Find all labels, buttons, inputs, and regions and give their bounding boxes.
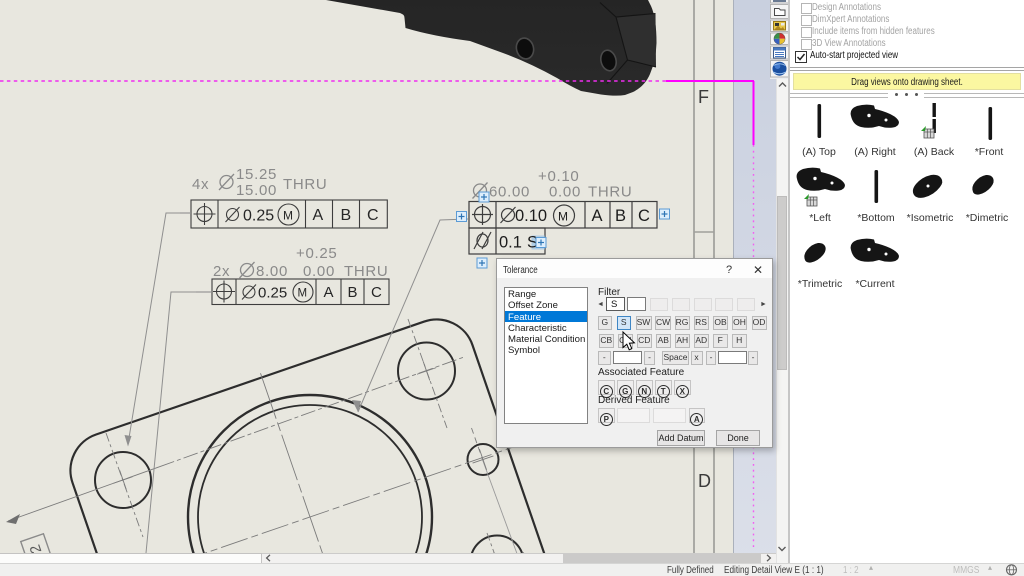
svg-text:A: A: [313, 207, 324, 224]
svg-text:THRU: THRU: [283, 176, 327, 193]
svg-text:(A) Top: (A) Top: [802, 146, 836, 158]
svg-text:*Left: *Left: [809, 212, 831, 224]
svg-text:0.25: 0.25: [243, 208, 274, 225]
svg-text:0.00: 0.00: [303, 263, 335, 280]
svg-text:C: C: [371, 284, 382, 301]
svg-text:THRU: THRU: [344, 263, 388, 280]
svg-text:A: A: [324, 284, 334, 301]
svg-text:0.25: 0.25: [258, 285, 287, 302]
svg-text:+0.10: +0.10: [538, 168, 579, 185]
svg-text:F: F: [698, 87, 709, 107]
svg-text:0.00: 0.00: [549, 184, 581, 201]
svg-text:M: M: [558, 210, 568, 224]
svg-text:(A) Right: (A) Right: [854, 146, 896, 158]
svg-text:60.00: 60.00: [489, 184, 530, 201]
svg-text:B: B: [615, 207, 626, 225]
svg-text:B: B: [341, 207, 352, 224]
svg-text:B: B: [348, 284, 358, 301]
svg-text:(A) Back: (A) Back: [914, 146, 955, 158]
svg-text:*Bottom: *Bottom: [857, 212, 895, 224]
svg-text:*Trimetric: *Trimetric: [798, 278, 843, 290]
svg-text:C: C: [638, 207, 650, 225]
svg-text:*Current: *Current: [855, 278, 894, 290]
svg-text:D: D: [698, 471, 711, 491]
svg-text:THRU: THRU: [588, 184, 632, 201]
svg-text:M: M: [298, 288, 308, 300]
svg-text:0.10: 0.10: [515, 207, 547, 225]
svg-text:*Front: *Front: [975, 146, 1004, 158]
svg-text:C: C: [367, 207, 379, 224]
svg-text:M: M: [283, 209, 293, 223]
svg-text:0.1: 0.1: [499, 234, 522, 252]
svg-text:A: A: [592, 207, 603, 225]
svg-text:*Isometric: *Isometric: [907, 212, 954, 224]
svg-text:8.00: 8.00: [256, 263, 288, 280]
svg-text:15.00: 15.00: [236, 182, 277, 199]
svg-text:+0.25: +0.25: [296, 245, 337, 262]
svg-text:*Dimetric: *Dimetric: [966, 212, 1009, 224]
svg-text:4x: 4x: [192, 176, 209, 193]
svg-text:2x: 2x: [213, 263, 230, 280]
svg-text:15.25: 15.25: [236, 166, 277, 183]
